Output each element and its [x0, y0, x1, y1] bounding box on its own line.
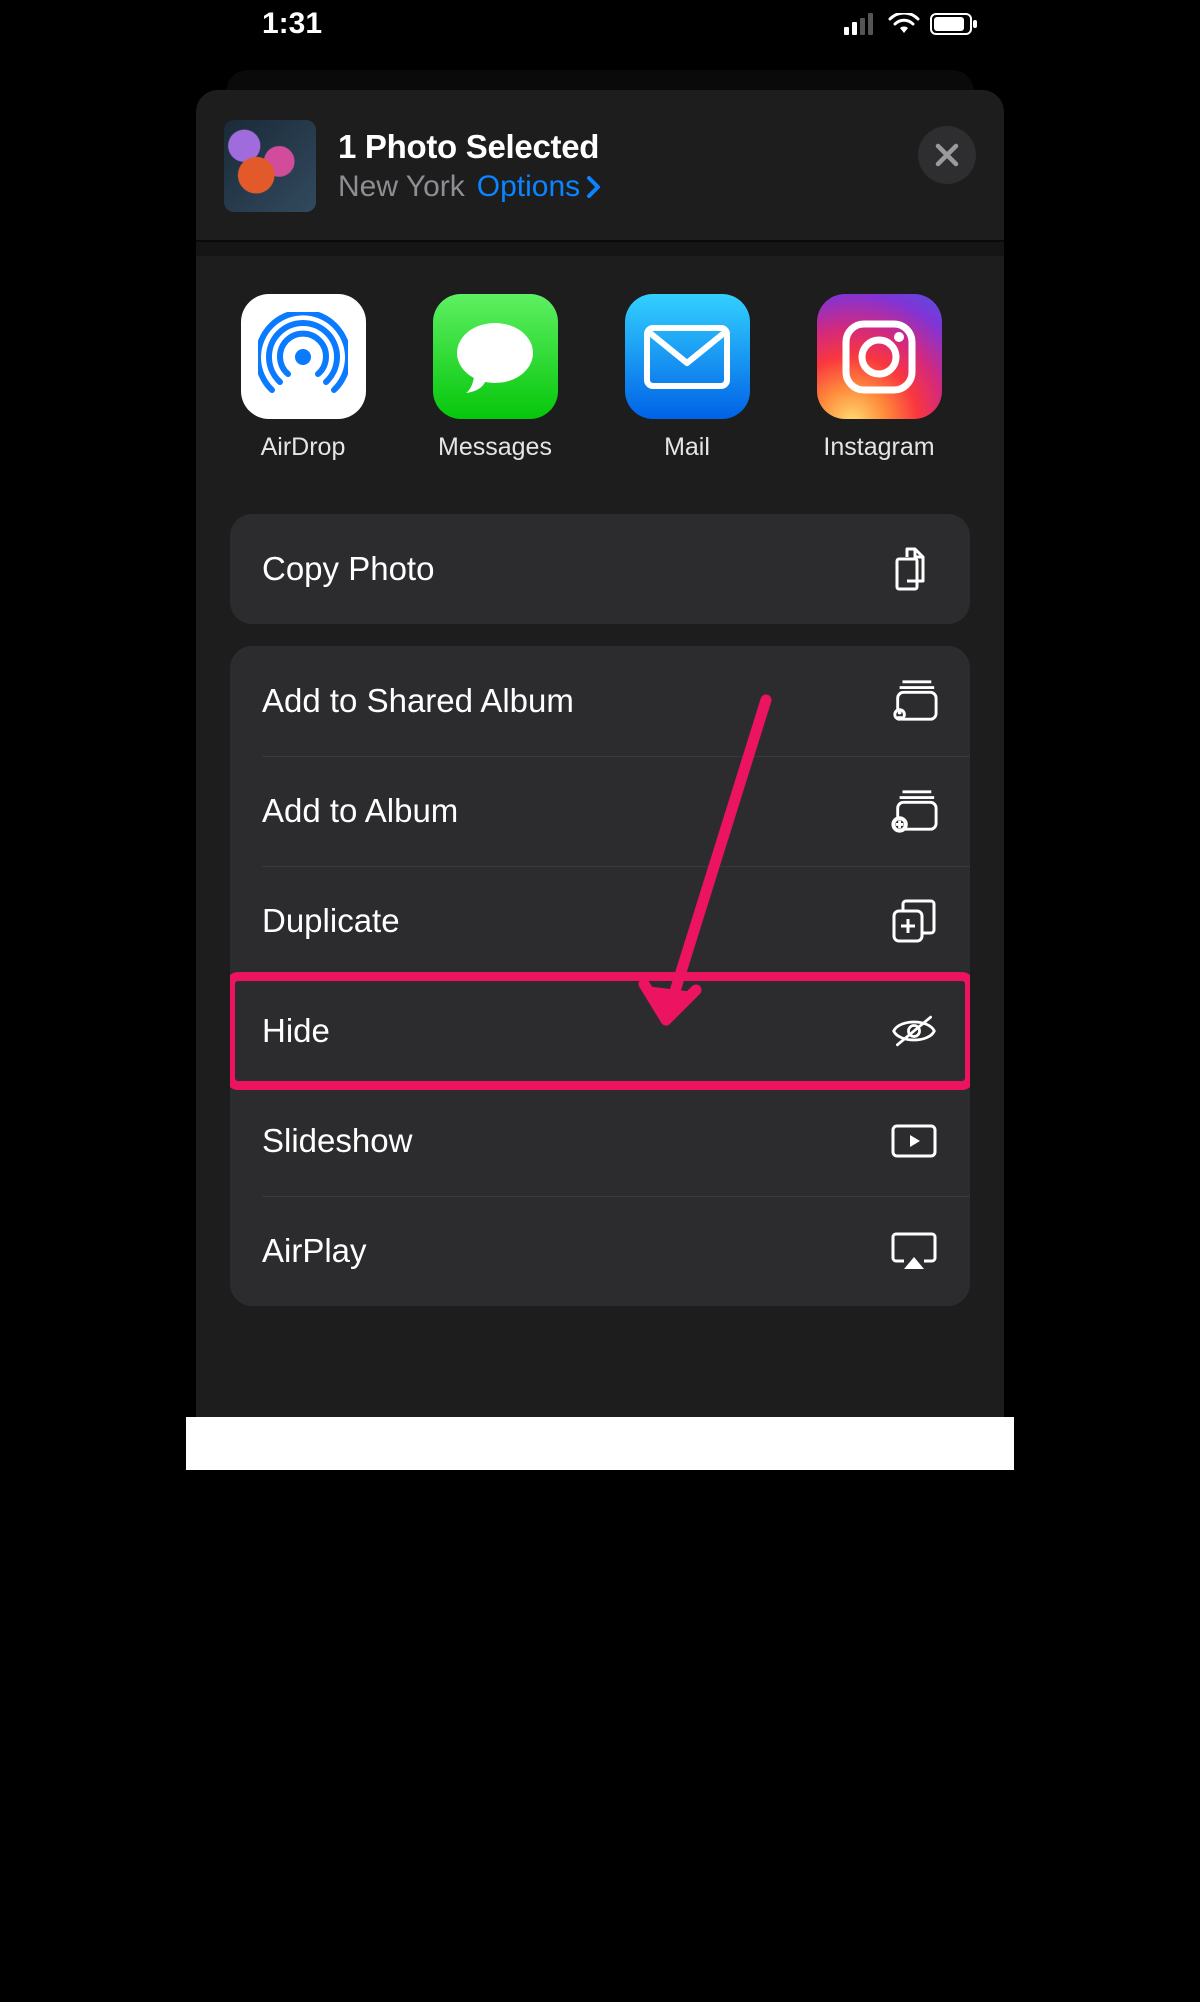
share-apps-row[interactable]: AirDrop Messages: [196, 256, 1004, 488]
add-album-icon: [890, 789, 938, 833]
action-airplay[interactable]: AirPlay: [230, 1196, 970, 1306]
action-group-0: Copy Photo: [230, 514, 970, 624]
options-link[interactable]: Options: [477, 170, 602, 204]
sheet-header: 1 Photo Selected New York Options: [196, 90, 1004, 240]
cellular-icon: [844, 13, 878, 35]
share-app-instagram[interactable]: Instagram: [814, 294, 944, 462]
slideshow-icon: [890, 1123, 938, 1159]
app-label: AirDrop: [238, 433, 368, 462]
share-app-airdrop[interactable]: AirDrop: [238, 294, 368, 462]
options-label: Options: [477, 170, 580, 204]
copy-icon: [890, 545, 938, 593]
status-bar: 1:31: [186, 0, 1014, 48]
app-label: Messages: [430, 433, 560, 462]
instagram-icon: [817, 294, 942, 419]
battery-icon: [930, 13, 978, 35]
shared-album-icon: [890, 679, 938, 723]
action-duplicate[interactable]: Duplicate: [230, 866, 970, 976]
duplicate-icon: [890, 898, 938, 944]
airdrop-icon: [241, 294, 366, 419]
action-label: Slideshow: [262, 1122, 412, 1160]
app-label: Mail: [622, 433, 752, 462]
messages-icon: [433, 294, 558, 419]
share-app-messages[interactable]: Messages: [430, 294, 560, 462]
airplay-icon: [890, 1231, 938, 1271]
sheet-title: 1 Photo Selected: [338, 128, 602, 166]
share-sheet: 1 Photo Selected New York Options: [196, 90, 1004, 1417]
wifi-icon: [888, 13, 920, 35]
action-group-1: Add to Shared Album: [230, 646, 970, 1306]
hide-icon: [890, 1012, 938, 1050]
sheet-location: New York: [338, 170, 465, 204]
action-add-to-shared-album[interactable]: Add to Shared Album: [230, 646, 970, 756]
selected-photo-thumbnail[interactable]: [224, 120, 316, 212]
status-time: 1:31: [262, 7, 322, 41]
action-label: Hide: [262, 1012, 330, 1050]
action-hide[interactable]: Hide: [230, 976, 970, 1086]
action-label: AirPlay: [262, 1232, 367, 1270]
app-label: Instagram: [814, 433, 944, 462]
action-add-to-album[interactable]: Add to Album: [230, 756, 970, 866]
action-slideshow[interactable]: Slideshow: [230, 1086, 970, 1196]
action-label: Copy Photo: [262, 550, 434, 588]
mail-icon: [625, 294, 750, 419]
close-button[interactable]: [918, 126, 976, 184]
action-label: Duplicate: [262, 902, 400, 940]
action-label: Add to Album: [262, 792, 458, 830]
chevron-right-icon: [586, 176, 602, 198]
share-app-mail[interactable]: Mail: [622, 294, 752, 462]
action-copy-photo[interactable]: Copy Photo: [230, 514, 970, 624]
status-indicators: [844, 13, 978, 35]
close-icon: [934, 142, 960, 168]
action-label: Add to Shared Album: [262, 682, 574, 720]
